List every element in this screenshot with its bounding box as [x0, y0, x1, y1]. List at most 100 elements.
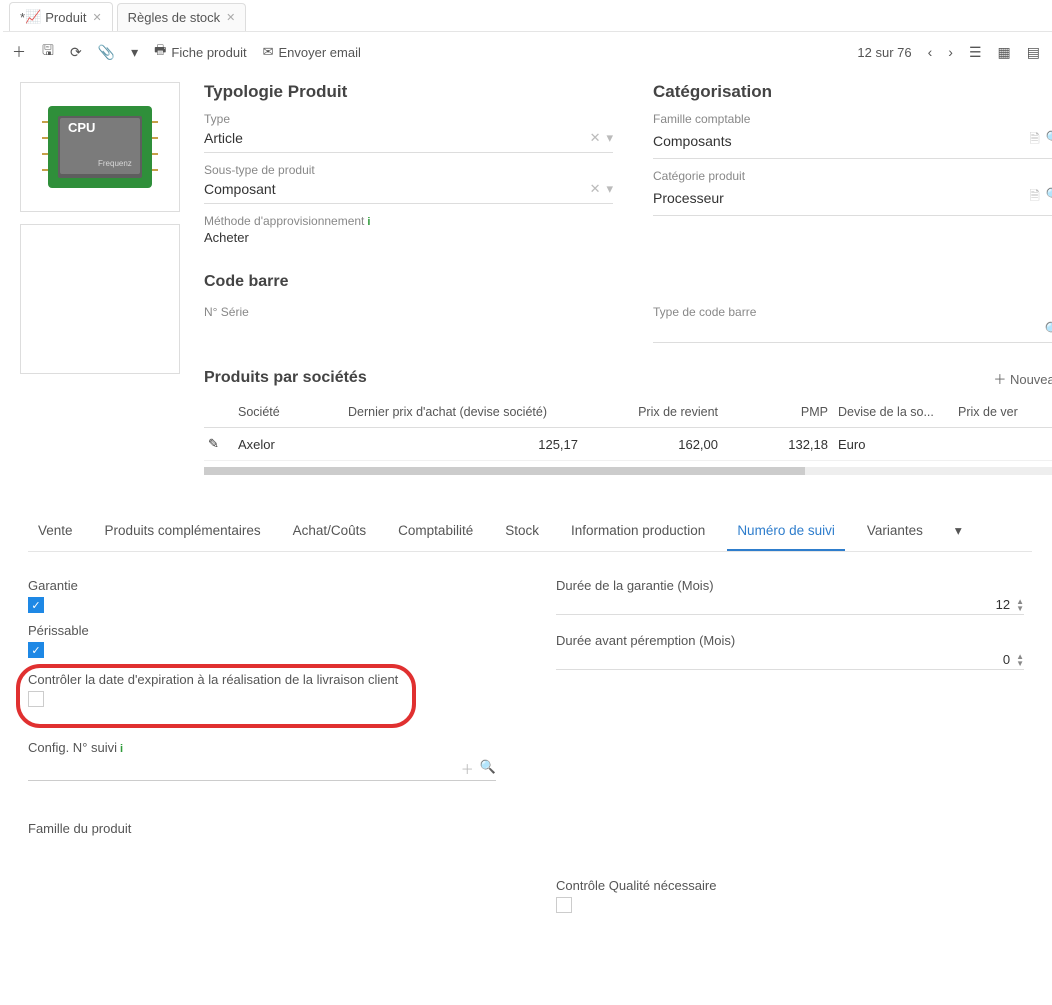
scrollbar-thumb[interactable] [204, 467, 805, 475]
categorie-field[interactable]: Processeur 🗎🔍 [653, 183, 1052, 216]
tab-regles-stock[interactable]: Règles de stock ✕ [117, 3, 247, 31]
tab-numero-suivi[interactable]: Numéro de suivi [727, 513, 845, 551]
cell-societe: Axelor [238, 437, 348, 452]
spinner-icon[interactable]: ▲▼ [1016, 653, 1024, 667]
cpu-chip-icon: CPU Frequenz [40, 92, 160, 202]
section-title: Catégorisation [653, 82, 1052, 102]
garantie-checkbox[interactable]: ✓ [28, 597, 44, 613]
famille-label: Famille comptable [653, 112, 1052, 126]
tab-achat-couts[interactable]: Achat/Coûts [283, 513, 377, 551]
svg-text:CPU: CPU [68, 120, 95, 135]
next-icon[interactable]: › [948, 44, 953, 60]
info-icon[interactable]: i [367, 216, 370, 228]
form-column: Typologie Produit Type Article ✕▾ Sous-t… [204, 82, 1052, 475]
attachment-icon[interactable]: 📎 [98, 44, 115, 61]
spinner-icon[interactable]: ▲▼ [1016, 598, 1024, 612]
produits-societes-title: Produits par sociétés [204, 369, 367, 386]
duree-peremption-label: Durée avant péremption (Mois) [556, 633, 1024, 648]
save-icon[interactable]: 🖫 [42, 40, 54, 64]
search-icon[interactable]: 🔍 [1046, 130, 1052, 152]
add-icon[interactable]: ＋ [461, 759, 474, 778]
tab-produit[interactable]: * 📈 Produit ✕ [9, 2, 113, 31]
document-tabbar: * 📈 Produit ✕ Règles de stock ✕ [3, 0, 1052, 32]
tab-information-production[interactable]: Information production [561, 513, 715, 551]
garantie-label: Garantie [28, 578, 496, 593]
controler-checkbox[interactable] [28, 691, 44, 707]
cell-dernier: 125,17 [348, 437, 578, 452]
tab-comptabilite[interactable]: Comptabilité [388, 513, 483, 551]
envoyer-email-button[interactable]: ✉ Envoyer email [263, 44, 361, 60]
duree-peremption-input[interactable]: 0 ▲▼ [556, 650, 1024, 670]
config-suivi-field[interactable]: ＋🔍 [28, 759, 496, 781]
chart-icon: 📈 [25, 9, 41, 25]
product-image-2[interactable] [20, 224, 180, 374]
qualite-checkbox[interactable] [556, 897, 572, 913]
search-icon[interactable]: 🔍 [1046, 187, 1052, 209]
type-value: Article [204, 130, 243, 146]
add-icon[interactable]: ＋ [12, 42, 26, 62]
categorisation-section: Catégorisation Famille comptable Composa… [653, 82, 1052, 245]
subtype-field[interactable]: Composant ✕▾ [204, 177, 613, 204]
famille-field[interactable]: Composants 🗎 🔍 [653, 126, 1052, 159]
cell-devise: Euro [828, 437, 958, 452]
famille-produit-label: Famille du produit [28, 821, 496, 836]
table-row[interactable]: ✎ Axelor 125,17 162,00 132,18 Euro [204, 428, 1052, 461]
nouveau-button[interactable]: ＋ Nouveau [993, 369, 1052, 388]
tab-more[interactable]: ▾ [945, 513, 972, 551]
controler-label: Contrôler la date d'expiration à la réal… [28, 672, 496, 687]
open-icon[interactable]: 🗎 [1029, 187, 1039, 209]
cell-revient: 162,00 [578, 437, 718, 452]
list-view-icon[interactable]: ☰ [969, 44, 982, 61]
clear-icon[interactable]: ✕ [590, 130, 601, 146]
tab-label: Règles de stock [128, 10, 221, 25]
svg-text:Frequenz: Frequenz [98, 159, 132, 168]
config-suivi-label: Config. N° suivii [28, 740, 496, 755]
tab-variantes[interactable]: Variantes [857, 513, 933, 551]
refresh-icon[interactable]: ⟳ [70, 44, 82, 61]
fiche-produit-button[interactable]: 🖶 Fiche produit [154, 41, 246, 63]
col-societe: Société [238, 405, 348, 419]
method-label: Méthode d'approvisionnementi [204, 214, 613, 228]
form-view-icon[interactable]: ▤ [1027, 44, 1040, 61]
open-icon[interactable]: 🗎 [1029, 130, 1039, 152]
categorie-label: Catégorie produit [653, 169, 1052, 183]
type-label: Type [204, 112, 613, 126]
tab-stock[interactable]: Stock [495, 513, 549, 551]
horizontal-scrollbar[interactable] [204, 467, 1052, 475]
duree-garantie-input[interactable]: 12 ▲▼ [556, 595, 1024, 615]
famille-value: Composants [653, 133, 732, 149]
col-devise: Devise de la so... [828, 405, 958, 419]
edit-icon[interactable]: ✎ [208, 436, 238, 452]
col-pmp: PMP [718, 405, 828, 419]
detail-tabbar: Vente Produits complémentaires Achat/Coû… [28, 513, 1032, 552]
close-icon[interactable]: ✕ [92, 11, 101, 24]
serie-label: N° Série [204, 305, 613, 319]
tab-vente[interactable]: Vente [28, 513, 83, 551]
chevron-down-icon[interactable]: ▾ [606, 181, 613, 197]
product-image-1[interactable]: CPU Frequenz [20, 82, 180, 212]
produits-societes-table: Société Dernier prix d'achat (devise soc… [204, 397, 1052, 461]
tab-produits-complementaires[interactable]: Produits complémentaires [95, 513, 271, 551]
duree-garantie-value: 12 [996, 597, 1010, 612]
search-icon[interactable]: 🔍 [480, 759, 496, 778]
info-icon[interactable]: i [120, 743, 123, 755]
dropdown-caret-icon[interactable]: ▾ [131, 44, 138, 61]
perissable-checkbox[interactable]: ✓ [28, 642, 44, 658]
type-barcode-label: Type de code barre [653, 305, 1052, 319]
barcode-type-field[interactable]: 🔍 [653, 321, 1052, 343]
duree-peremption-value: 0 [1003, 652, 1010, 667]
chevron-down-icon[interactable]: ▾ [606, 130, 613, 146]
section-title: Typologie Produit [204, 82, 613, 102]
col-revient: Prix de revient [578, 405, 718, 419]
prev-icon[interactable]: ‹ [928, 44, 933, 60]
envoy-label: Envoyer email [278, 45, 360, 60]
method-value: Acheter [204, 230, 613, 245]
fiche-label: Fiche produit [171, 45, 246, 60]
grid-view-icon[interactable]: ▦ [998, 44, 1011, 61]
search-icon[interactable]: 🔍 [1045, 321, 1052, 337]
close-icon[interactable]: ✕ [226, 11, 235, 24]
tracking-panel: Garantie ✓ Périssable ✓ Contrôler la dat… [0, 552, 1052, 932]
clear-icon[interactable]: ✕ [590, 181, 601, 197]
type-field[interactable]: Article ✕ ▾ [204, 126, 613, 153]
tab-label: Produit [45, 10, 86, 25]
